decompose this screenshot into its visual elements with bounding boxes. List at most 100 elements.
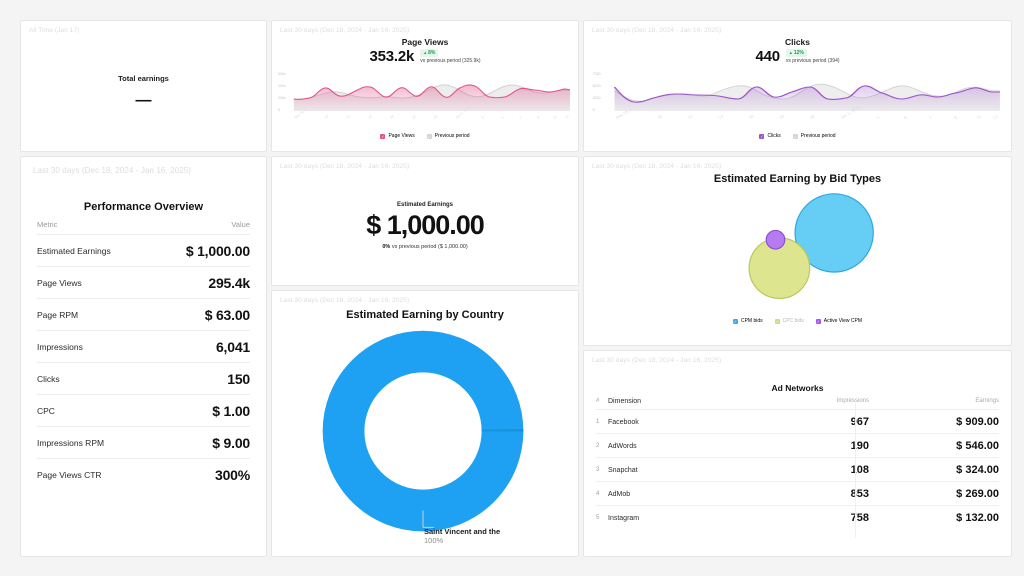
legend-label: CPM bids — [740, 318, 763, 324]
column-header-index: # — [596, 398, 600, 404]
total-earnings-label: Total earnings — [118, 73, 169, 83]
table-row[interactable]: Estimated Earnings $ 1,000.00 — [37, 235, 250, 267]
metric-label: Impressions — [37, 342, 83, 352]
page-views-chart[interactable]: 600k 400k 200k 0 Dec 18, 2... 20 22 24 2… — [272, 65, 578, 131]
bid-types-bubble-chart[interactable] — [584, 185, 1011, 317]
svg-text:24: 24 — [717, 114, 725, 120]
svg-text:22: 22 — [346, 114, 352, 120]
clicks-chart[interactable]: 750 500 250 0 Dec 18, 2... 20 22 24 26 2… — [584, 65, 1011, 131]
table-row[interactable]: Page Views 295.4k — [37, 267, 250, 299]
legend-item[interactable]: Previous period — [792, 133, 836, 139]
metric-value: $ 9.00 — [212, 435, 250, 451]
right-column: Last 30 days (Dec 18, 2024 - Jan 16, 202… — [583, 156, 1012, 557]
svg-text:9: 9 — [536, 115, 540, 119]
svg-text:0: 0 — [278, 108, 280, 112]
legend-item[interactable]: CPM bids — [732, 318, 763, 324]
table-row[interactable]: CPC $ 1.00 — [37, 395, 250, 427]
svg-text:5: 5 — [501, 115, 505, 119]
svg-text:28: 28 — [778, 114, 786, 120]
svg-text:5: 5 — [903, 115, 909, 120]
estimated-earnings-value: $ 1,000.00 — [366, 210, 485, 240]
row-index: 1 — [596, 419, 600, 425]
table-row[interactable]: 2 AdWords 190 $ 546.00 — [596, 434, 999, 458]
ad-networks-card: Last 30 days (Dec 18, 2024 - Jan 16, 202… — [583, 350, 1012, 557]
estimated-earnings-card: Last 30 days (Dec 18, 2024 - Jan 16, 202… — [271, 156, 579, 286]
row-earnings: $ 546.00 — [956, 440, 999, 452]
card-date-range: Last 30 days (Dec 18, 2024 - Jan 16, 202… — [592, 357, 722, 364]
page-views-change-value: 8% — [428, 50, 436, 56]
total-earnings-value: — — [135, 91, 152, 109]
legend-swatch-icon — [732, 318, 738, 324]
legend-label: Previous period — [800, 133, 836, 139]
clicks-change-value: 12% — [793, 50, 804, 56]
column-header-value: Value — [231, 220, 250, 229]
table-row[interactable]: Page RPM $ 63.00 — [37, 299, 250, 331]
metric-label: Page Views CTR — [37, 470, 102, 480]
table-row[interactable]: Page Views CTR 300% — [37, 459, 250, 490]
table-row[interactable]: 3 Snapchat 108 $ 324.00 — [596, 458, 999, 482]
svg-text:26: 26 — [389, 114, 395, 120]
card-date-range: All Time (Jan 17) — [29, 27, 80, 34]
column-header-impressions: Impressions — [836, 398, 869, 404]
clicks-value: 440 — [755, 48, 780, 65]
ad-networks-table-header: # Dimension Impressions Earnings — [596, 393, 999, 410]
table-row[interactable]: 1 Facebook 967 $ 909.00 — [596, 410, 999, 434]
metric-label: Page RPM — [37, 310, 79, 320]
legend-swatch-icon — [774, 318, 780, 324]
performance-title: Performance Overview — [83, 201, 204, 213]
legend-swatch-icon — [380, 133, 386, 139]
triangle-up-icon: ▲ — [423, 50, 428, 55]
table-row[interactable]: Impressions 6,041 — [37, 331, 250, 363]
legend-label: CPC bids — [782, 318, 804, 324]
svg-text:11: 11 — [975, 114, 983, 120]
row-impressions: 190 — [850, 440, 869, 452]
clicks-change-badge: ▲ 12% — [785, 49, 807, 57]
country-donut-chart[interactable] — [272, 321, 578, 551]
legend-item[interactable]: Previous period — [426, 133, 470, 139]
bid-types-legend: CPM bids CPC bids Active View CPM — [584, 318, 1011, 324]
performance-table-header: Metric Value — [37, 213, 250, 235]
legend-item[interactable]: Clicks — [759, 133, 781, 139]
svg-text:26: 26 — [747, 114, 755, 120]
earning-by-bid-types-card: Last 30 days (Dec 18, 2024 - Jan 16, 202… — [583, 156, 1012, 346]
metric-label: Clicks — [37, 374, 60, 384]
metric-value: 300% — [214, 467, 250, 483]
legend-item[interactable]: CPC bids — [774, 318, 804, 324]
card-date-range: Last 30 days (Dec 18, 2024 - Jan 16, 202… — [280, 163, 410, 170]
svg-text:7: 7 — [518, 115, 522, 119]
table-row[interactable]: Impressions RPM $ 9.00 — [37, 427, 250, 459]
table-row[interactable]: Clicks 150 — [37, 363, 250, 395]
svg-text:30: 30 — [808, 114, 816, 120]
legend-swatch-icon — [759, 133, 765, 139]
card-date-range: Last 30 days (Dec 18, 2024 - Jan 16, 202… — [592, 27, 722, 34]
row-earnings: $ 132.00 — [956, 512, 999, 524]
row-dimension: Instagram — [608, 514, 640, 522]
estimated-earnings-delta: 0% — [382, 244, 391, 250]
row-earnings: $ 324.00 — [956, 464, 999, 476]
row-index: 5 — [596, 515, 600, 521]
metric-label: CPC — [37, 406, 55, 416]
legend-swatch-icon — [792, 133, 798, 139]
metric-value: 150 — [227, 371, 250, 387]
row-index: 4 — [596, 491, 600, 497]
card-date-range: Last 30 days (Dec 18, 2024 - Jan 16, 202… — [33, 166, 192, 175]
column-header-dimension: Dimension — [608, 398, 642, 405]
svg-text:24: 24 — [367, 114, 373, 120]
clicks-card: Last 30 days (Dec 18, 2024 - Jan 16, 202… — [583, 20, 1012, 152]
svg-text:22: 22 — [686, 114, 694, 120]
page-views-change-badge: ▲ 8% — [420, 49, 439, 57]
legend-item[interactable]: Active View CPM — [815, 318, 862, 324]
dashboard-root: All Time (Jan 17) Total earnings — Last … — [0, 0, 1024, 576]
metric-value: $ 1.00 — [212, 403, 250, 419]
table-row[interactable]: 4 AdMob 853 $ 269.00 — [596, 482, 999, 506]
svg-text:500: 500 — [592, 84, 601, 88]
metric-value: $ 63.00 — [204, 307, 251, 323]
legend-label: Previous period — [434, 133, 470, 139]
table-row[interactable]: 5 Instagram 758 $ 132.00 — [596, 506, 999, 529]
svg-text:28: 28 — [411, 114, 417, 120]
row-index: 3 — [596, 467, 600, 473]
legend-label: Clicks — [767, 133, 781, 139]
legend-item[interactable]: Page Views — [380, 133, 415, 139]
page-views-comparison: vs previous period (325.9k) — [420, 58, 481, 64]
row-impressions: 853 — [850, 488, 869, 500]
